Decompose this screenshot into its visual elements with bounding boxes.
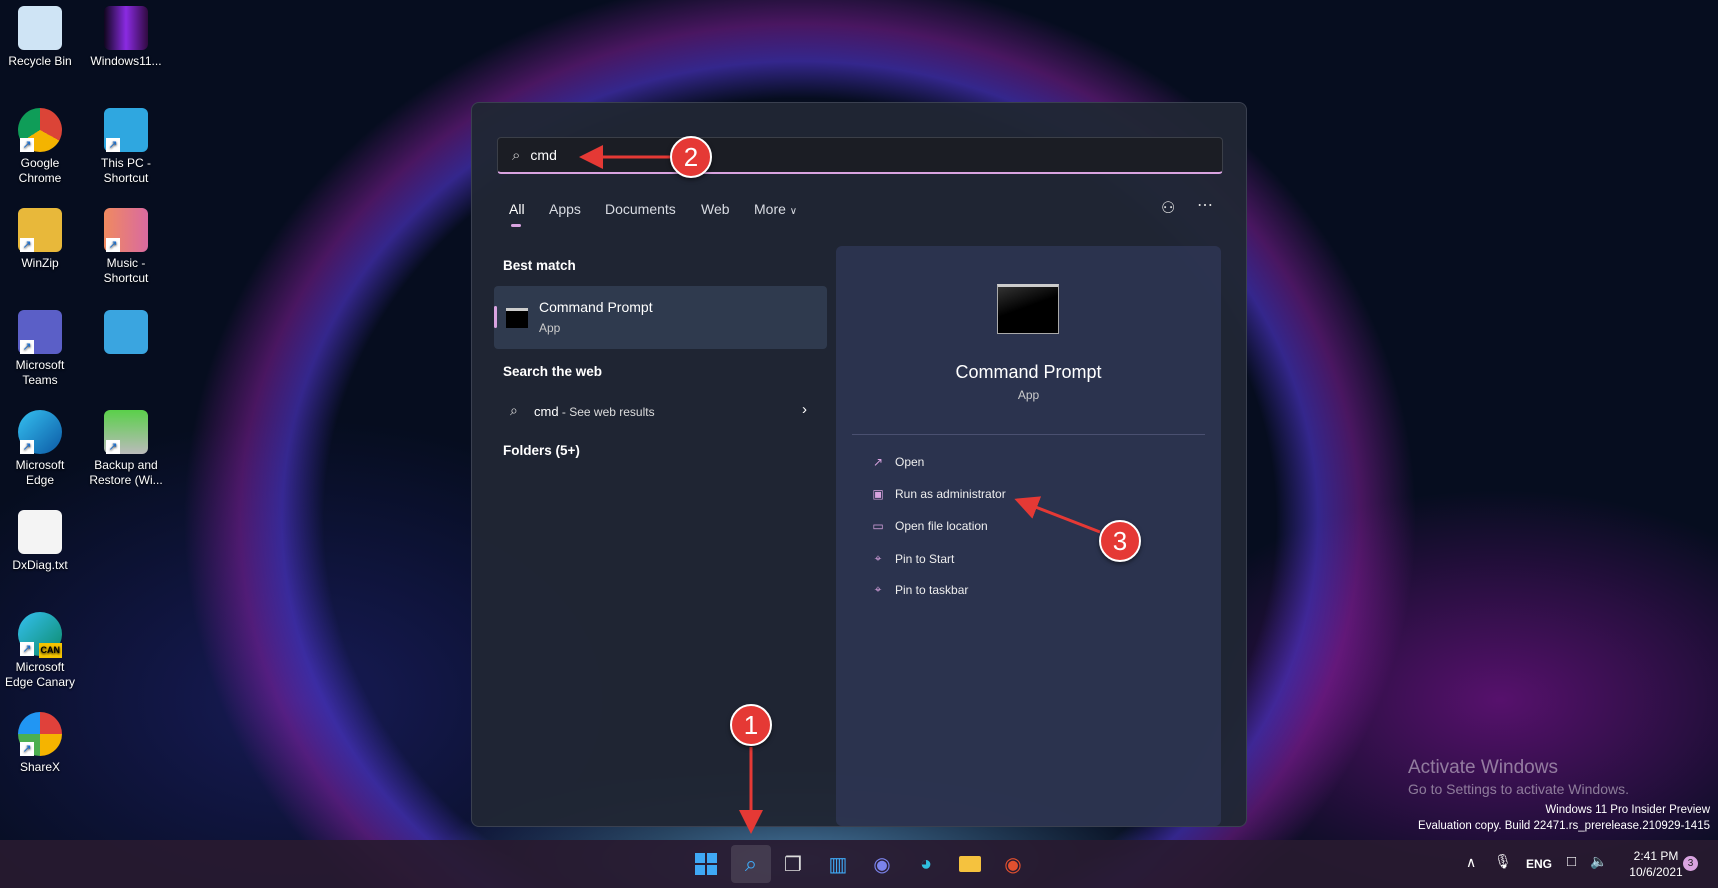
edition-text: Windows 11 Pro Insider Preview: [1545, 804, 1710, 816]
network-icon[interactable]: □: [1567, 853, 1576, 870]
annotation-step-2: 2: [670, 136, 712, 178]
language-indicator[interactable]: ENG: [1526, 857, 1552, 871]
microphone-icon[interactable]: 🎙: [1494, 853, 1512, 870]
task-view-icon: ❐: [784, 853, 802, 876]
folder-icon: [959, 856, 981, 872]
notification-badge[interactable]: 3: [1683, 856, 1698, 871]
maps-button[interactable]: ◉: [996, 848, 1030, 880]
arrow-3: [1014, 496, 1101, 534]
build-text: Evaluation copy. Build 22471.rs_prerelea…: [1418, 820, 1710, 832]
activate-windows-subtitle: Go to Settings to activate Windows.: [1408, 781, 1629, 797]
clock[interactable]: 2:41 PM 10/6/2021: [1624, 848, 1688, 880]
map-pin-icon: ◉: [1004, 853, 1022, 876]
file-explorer-button[interactable]: [953, 848, 987, 880]
search-button[interactable]: ⌕: [731, 845, 771, 883]
widgets-button[interactable]: ▥: [821, 848, 855, 880]
search-icon: ⌕: [744, 851, 758, 876]
edge-icon: ◕: [919, 852, 933, 875]
annotation-step-3: 3: [1099, 520, 1141, 562]
annotation-step-1: 1: [730, 704, 772, 746]
show-hidden-icons-chevron-icon[interactable]: ∧: [1466, 854, 1476, 871]
activate-windows-title: Activate Windows: [1408, 757, 1558, 778]
time: 2:41 PM: [1633, 849, 1679, 863]
volume-icon[interactable]: 🔈: [1590, 853, 1607, 870]
edge-button[interactable]: ◕: [909, 848, 943, 880]
teams-chat-icon: ◉: [873, 853, 891, 876]
start-button[interactable]: [689, 848, 723, 880]
widgets-icon: ▥: [828, 853, 848, 876]
windows-logo-icon: [695, 853, 717, 875]
task-view-button[interactable]: ❐: [776, 848, 810, 880]
annotation-arrows: [579, 145, 1101, 834]
date: 10/6/2021: [1629, 865, 1683, 879]
chat-button[interactable]: ◉: [865, 848, 899, 880]
taskbar: ⌕ ❐ ▥ ◉ ◕ ◉ ∧ 🎙 ENG □ 🔈 2:41 PM 10/6/2021…: [0, 840, 1718, 888]
